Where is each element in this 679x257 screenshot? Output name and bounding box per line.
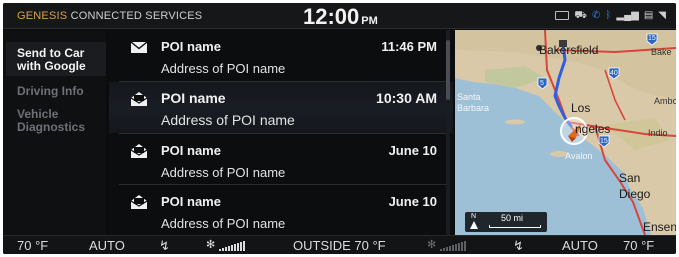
sidebar-menu: Send to Car with Google Driving Info Veh… <box>3 30 106 235</box>
connected-car-icon: ⛟ <box>574 10 587 21</box>
map-label-indio: Indio <box>648 128 668 138</box>
driver-auto-mode[interactable]: AUTO <box>89 238 125 253</box>
fan-icon: ✻ <box>206 239 216 251</box>
poi-name: POI name <box>161 194 221 209</box>
poi-address: Address of POI name <box>161 165 286 180</box>
poi-address: Address of POI name <box>161 112 295 128</box>
list-item[interactable]: POI name Address of POI name June 10 <box>109 134 453 185</box>
map-label-avalon: Avalon <box>565 151 593 161</box>
map-label-barbara: Barbara <box>457 103 490 113</box>
driver-airflow-icon[interactable]: ↯ <box>159 238 170 254</box>
brand-suffix: CONNECTED SERVICES <box>70 10 203 22</box>
status-icons: ⛟ ✆ ᛒ ▂▄▆ ▤ ◥ <box>555 10 666 21</box>
sidebar-item-driving-info[interactable]: Driving Info <box>17 85 105 98</box>
shield-label: 15 <box>648 35 656 42</box>
climate-bar: 70 °F AUTO ↯ ✻ OUTSIDE 70 °F ✻ ↯ AUTO 70… <box>3 235 676 254</box>
poi-time: 10:30 AM <box>376 90 437 106</box>
scale-distance: 50 mi <box>501 213 524 223</box>
map-label-diego: Diego <box>619 187 651 201</box>
poi-message-list: POI name Address of POI name 11:46 PM PO… <box>109 30 453 235</box>
poi-name: POI name <box>161 90 226 106</box>
list-item-selected[interactable]: POI name Address of POI name 10:30 AM <box>109 82 453 133</box>
map-label-angeles: ngeles <box>575 122 611 136</box>
bluetooth-icon: ᛒ <box>605 10 612 21</box>
list-scrollbar[interactable] <box>446 30 450 235</box>
map-label-san: San <box>619 171 641 185</box>
outside-temp: OUTSIDE 70 °F <box>293 238 386 253</box>
map-view[interactable]: Bakersfield Bake Santa Barbara Los ngele… <box>455 30 676 235</box>
scale-bar <box>489 225 541 228</box>
map-canvas <box>455 30 676 235</box>
fan-speed-left[interactable] <box>219 241 245 251</box>
poi-time: June 10 <box>388 143 437 158</box>
map-label-ensen: Ensen <box>643 220 676 234</box>
map-scale: N 50 mi <box>465 212 547 232</box>
north-arrow-icon <box>470 221 478 229</box>
map-label-santa: Santa <box>457 92 481 102</box>
map-label-bakersfield: Bakersfield <box>539 43 599 57</box>
brand-prefix: GENESIS <box>17 10 68 22</box>
poi-time: 11:46 PM <box>381 39 437 54</box>
scrollbar-thumb[interactable] <box>446 40 450 100</box>
fan-icon-passenger: ✻ <box>427 239 437 251</box>
battery-icon <box>555 11 570 20</box>
message-icon: ▤ <box>643 10 654 21</box>
passenger-auto-mode[interactable]: AUTO <box>562 238 598 253</box>
poi-address: Address of POI name <box>161 61 286 76</box>
passenger-temp[interactable]: 70 °F <box>623 238 654 253</box>
envelope-open-icon <box>130 92 148 106</box>
poi-time: June 10 <box>388 194 437 209</box>
list-item[interactable]: POI name Address of POI name 11:46 PM <box>109 30 453 81</box>
sidebar-item-vehicle-diagnostics[interactable]: Vehicle Diagnostics <box>17 108 105 134</box>
envelope-open-icon <box>130 195 148 209</box>
head-unit-screen: GENESIS CONNECTED SERVICES 12:00 PM ⛟ ✆ ᛒ… <box>3 3 676 254</box>
shield-label: 15 <box>600 138 608 145</box>
envelope-closed-icon <box>130 41 148 53</box>
clock-ampm: PM <box>361 15 378 27</box>
sidebar-item-send-to-car[interactable]: Send to Car with Google <box>17 47 105 73</box>
clock-time: 12:00 <box>303 4 360 29</box>
status-bar: GENESIS CONNECTED SERVICES 12:00 PM ⛟ ✆ ᛒ… <box>3 3 676 29</box>
map-label-los: Los <box>571 101 591 115</box>
poi-name: POI name <box>161 143 221 158</box>
map-label-bake: Bake <box>651 47 672 57</box>
signal-icon: ▂▄▆ <box>616 10 639 21</box>
north-label: N <box>471 213 477 220</box>
shield-label: 5 <box>540 80 544 87</box>
shield-label: 40 <box>610 70 618 77</box>
clock: 12:00 PM <box>303 4 378 30</box>
brand-title: GENESIS CONNECTED SERVICES <box>17 10 202 22</box>
fan-speed-right[interactable] <box>440 241 466 251</box>
map-label-ambo: Ambo <box>654 96 676 106</box>
phone-icon: ✆ <box>591 10 601 21</box>
driver-temp[interactable]: 70 °F <box>17 238 48 253</box>
list-item[interactable]: POI name Address of POI name June 10 <box>109 185 453 236</box>
envelope-open-icon <box>130 144 148 158</box>
poi-address: Address of POI name <box>161 216 286 231</box>
poi-name: POI name <box>161 39 221 54</box>
passenger-airflow-icon[interactable]: ↯ <box>513 238 524 254</box>
wifi-icon: ◥ <box>658 10 666 21</box>
